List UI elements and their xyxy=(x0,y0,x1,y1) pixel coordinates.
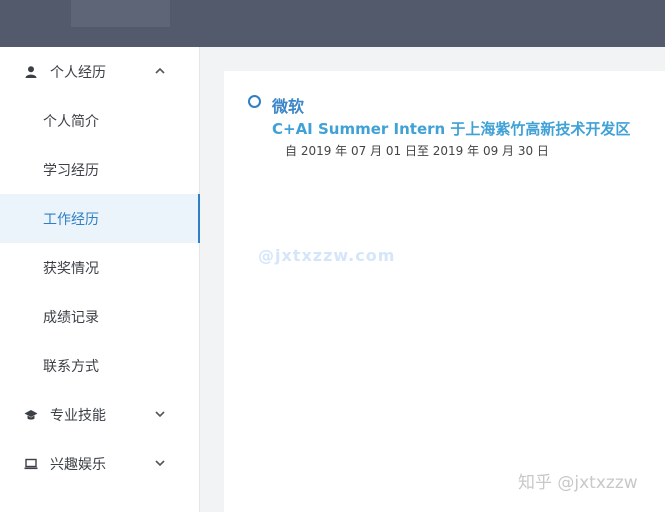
chevron-down-icon[interactable] xyxy=(154,408,166,420)
sidebar: 个人经历 个人简介 学习经历 工作经历 获奖情况 成绩记录 联系方式 专业技能 … xyxy=(0,47,200,512)
sidebar-group-label: 专业技能 xyxy=(50,407,106,424)
sidebar-item-label: 工作经历 xyxy=(43,211,99,228)
sidebar-item-label: 个人简介 xyxy=(43,113,99,130)
sidebar-item-label: 成绩记录 xyxy=(43,309,99,326)
sidebar-item-label: 学习经历 xyxy=(43,162,99,179)
person-icon xyxy=(24,65,38,79)
timeline-company: 微软 xyxy=(272,97,305,116)
watermark-corner: 知乎 @jxtxzzw xyxy=(518,473,638,493)
sidebar-item-profile[interactable]: 个人简介 xyxy=(0,96,199,145)
chevron-down-icon[interactable] xyxy=(154,457,166,469)
laptop-icon xyxy=(24,457,38,471)
sidebar-item-work-experience[interactable]: 工作经历 xyxy=(0,194,200,243)
sidebar-group-label: 个人经历 xyxy=(50,64,106,81)
sidebar-item-education[interactable]: 学习经历 xyxy=(0,145,199,194)
timeline-dates: 自 2019 年 07 月 01 日至 2019 年 09 月 30 日 xyxy=(285,144,549,158)
chevron-up-icon[interactable] xyxy=(154,65,166,77)
sidebar-item-grades[interactable]: 成绩记录 xyxy=(0,292,199,341)
timeline-position: C+AI Summer Intern 于上海紫竹高新技术开发区 xyxy=(272,120,631,138)
sidebar-item-label: 联系方式 xyxy=(43,358,99,375)
sidebar-group-personal[interactable]: 个人经历 xyxy=(0,47,199,96)
graduation-cap-icon xyxy=(24,408,38,422)
sidebar-group-skills[interactable]: 专业技能 xyxy=(0,390,199,439)
sidebar-item-label: 获奖情况 xyxy=(43,260,99,277)
sidebar-group-label: 兴趣娱乐 xyxy=(50,456,106,473)
logo-placeholder xyxy=(71,0,170,27)
watermark-center: @jxtxzzw.com xyxy=(258,246,396,265)
sidebar-item-contact[interactable]: 联系方式 xyxy=(0,341,199,390)
top-header-bar xyxy=(0,0,665,47)
timeline-node-icon xyxy=(248,95,261,108)
sidebar-item-awards[interactable]: 获奖情况 xyxy=(0,243,199,292)
sidebar-group-hobbies[interactable]: 兴趣娱乐 xyxy=(0,439,199,488)
